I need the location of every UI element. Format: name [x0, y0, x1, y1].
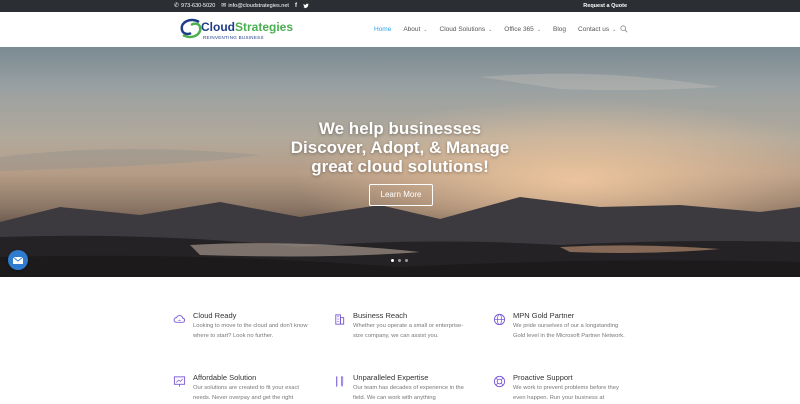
- feature-description: Our team has decades of experience in th…: [353, 385, 464, 401]
- feature-description: Our solutions are created to fit your ex…: [193, 385, 300, 401]
- main-nav: Home About ⌄ Cloud Solutions ⌄ Office 365 ⌄…: [374, 26, 628, 33]
- slider-dot-2[interactable]: [398, 259, 401, 262]
- chevron-down-icon: ⌄: [488, 26, 493, 33]
- feature-title: Cloud Ready: [193, 311, 237, 320]
- hero-headline: We help businesses Discover, Adopt, & Ma…: [0, 119, 800, 176]
- chevron-down-icon: ⌄: [423, 26, 428, 33]
- phone-number: 973-630-5020: [181, 3, 216, 9]
- nav-home[interactable]: Home: [374, 26, 391, 33]
- twitter-icon[interactable]: [303, 3, 309, 9]
- facebook-icon[interactable]: f: [295, 3, 297, 9]
- feature-description: Looking to move to the cloud and don't k…: [193, 323, 308, 339]
- slider-dot-3[interactable]: [405, 259, 408, 262]
- request-quote-link[interactable]: Request a Quote: [583, 3, 627, 9]
- slider-dots: [391, 259, 408, 262]
- feature-title: Affordable Solution: [193, 373, 257, 382]
- site-header: CloudStrategies REINVENTING BUSINESS Hom…: [0, 12, 800, 47]
- phone-icon: ✆: [174, 3, 180, 9]
- phone-link[interactable]: ✆ 973-630-5020: [174, 3, 215, 9]
- nav-blog-label: Blog: [553, 26, 567, 33]
- feature-description: We pride ourselves of our a longstanding…: [513, 323, 625, 339]
- nav-blog[interactable]: Blog: [553, 26, 566, 33]
- feature-title: Unparalleled Expertise: [353, 373, 429, 382]
- learn-more-button[interactable]: Learn More: [369, 184, 433, 206]
- slider-dot-1[interactable]: [391, 259, 394, 262]
- nav-home-label: Home: [374, 26, 392, 33]
- site-logo[interactable]: CloudStrategies REINVENTING BUSINESS: [179, 18, 293, 42]
- logo-cloud-text: Cloud: [201, 20, 235, 34]
- nav-cloud-solutions-label: Cloud Solutions: [439, 26, 486, 33]
- email-link[interactable]: ✉ info@cloudstrategies.net: [221, 3, 289, 9]
- logo-strategies-text: Strategies: [235, 20, 294, 34]
- mail-icon: ✉: [221, 3, 227, 9]
- envelope-icon: [12, 256, 24, 264]
- top-bar: ✆ 973-630-5020 ✉ info@cloudstrategies.ne…: [0, 0, 800, 12]
- cloud-sync-icon: [173, 315, 186, 323]
- nav-about-label: About: [403, 26, 421, 33]
- nav-cloud-solutions[interactable]: Cloud Solutions ⌄: [440, 26, 493, 33]
- email-address: info@cloudstrategies.net: [228, 3, 289, 9]
- hero-line-1: We help businesses: [318, 119, 482, 138]
- feature-title: Proactive Support: [513, 373, 573, 382]
- top-bar-contact: ✆ 973-630-5020 ✉ info@cloudstrategies.ne…: [174, 3, 309, 9]
- nav-contact-us-label: Contact us: [578, 26, 610, 33]
- nav-office-365-label: Office 365: [504, 26, 534, 33]
- tools-icon: [336, 376, 344, 387]
- feature-title: MPN Gold Partner: [513, 311, 575, 320]
- nav-contact-us[interactable]: Contact us ⌄: [578, 26, 616, 33]
- search-icon[interactable]: [620, 25, 628, 33]
- chevron-down-icon: ⌄: [612, 26, 617, 33]
- feature-description: Whether you operate a small or enterpris…: [353, 323, 464, 339]
- nav-office-365[interactable]: Office 365 ⌄: [504, 26, 541, 33]
- logo-tagline: REINVENTING BUSINESS: [203, 35, 264, 40]
- chart-board-icon: [173, 376, 186, 387]
- hero-line-2: Discover, Adopt, & Manage: [290, 138, 510, 157]
- feature-title: Business Reach: [353, 311, 408, 320]
- features-section: Cloud Ready Looking to move to the cloud…: [0, 277, 800, 404]
- hero-slider: We help businesses Discover, Adopt, & Ma…: [0, 47, 800, 277]
- logo-wordmark: CloudStrategies: [201, 20, 293, 34]
- chat-widget-button[interactable]: [8, 250, 28, 270]
- logo-swoosh-icon: [180, 18, 202, 39]
- nav-about[interactable]: About ⌄: [403, 26, 427, 33]
- chevron-down-icon: ⌄: [536, 26, 541, 33]
- feature-description: We work to prevent problems before they …: [513, 385, 619, 401]
- globe-icon: [493, 313, 506, 326]
- lifebuoy-icon: [493, 375, 506, 388]
- building-icon: [335, 314, 345, 325]
- hero-line-3: great cloud solutions!: [311, 157, 489, 176]
